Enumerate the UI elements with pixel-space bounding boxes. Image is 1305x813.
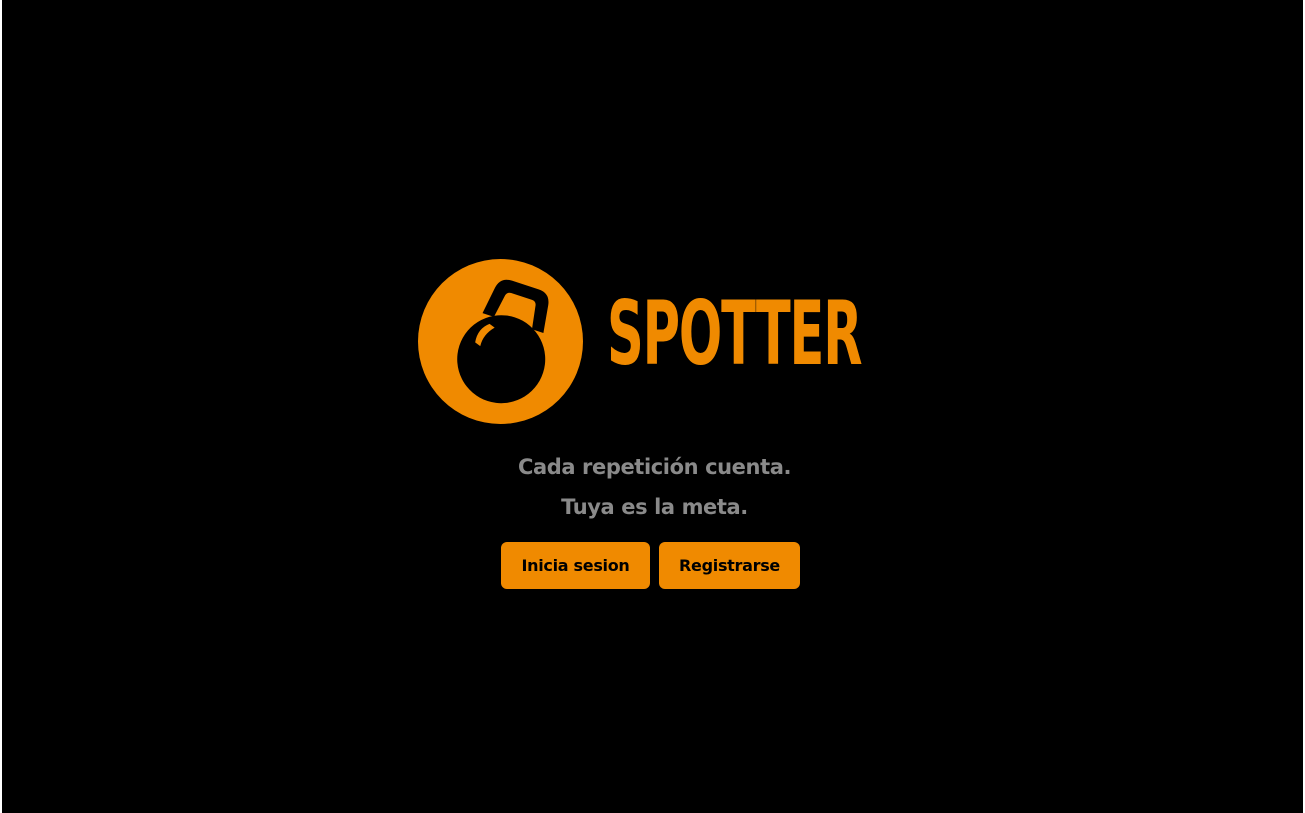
register-button[interactable]: Registrarse: [659, 542, 800, 589]
tagline-line-1: Cada repetición cuenta.: [517, 455, 792, 479]
spotter-logo: SPOTTER: [418, 259, 908, 425]
kettlebell-icon: [418, 259, 583, 424]
login-button[interactable]: Inicia sesion: [501, 542, 650, 589]
landing-screen: SPOTTER Cada repetición cuenta. Tuya es …: [2, 0, 1303, 813]
brand-wordmark: SPOTTER: [607, 282, 863, 385]
tagline-line-2: Tuya es la meta.: [561, 495, 748, 519]
